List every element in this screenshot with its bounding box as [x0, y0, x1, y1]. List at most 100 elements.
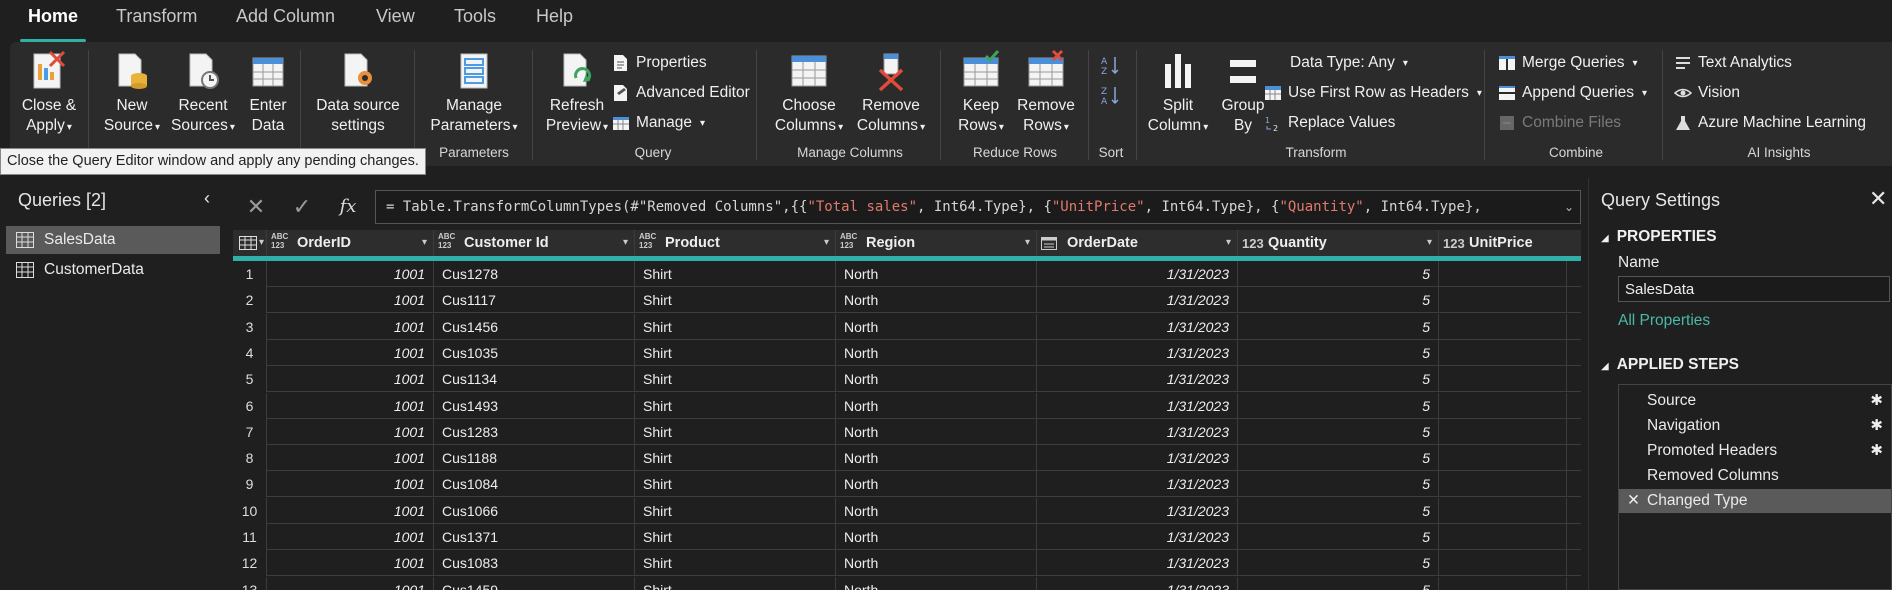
cell-order-id[interactable]: 1001 [267, 392, 434, 419]
gear-icon[interactable]: ✱ [1870, 389, 1883, 413]
cell-customer-id[interactable]: Cus1083 [434, 550, 635, 577]
gear-icon[interactable]: ✱ [1870, 439, 1883, 463]
cell-product[interactable]: Shirt [635, 392, 836, 419]
cell-region[interactable]: North [836, 418, 1037, 445]
enter-data-button[interactable]: Enter Data [244, 50, 292, 136]
gear-icon[interactable]: ✱ [1870, 414, 1883, 438]
tab-add-column[interactable]: Add Column [236, 6, 335, 34]
tab-tools[interactable]: Tools [454, 6, 496, 34]
cell-customer-id[interactable]: Cus1035 [434, 339, 635, 366]
cell-order-id[interactable]: 1001 [267, 524, 434, 550]
cell-product[interactable]: Shirt [635, 524, 836, 550]
cell-region[interactable]: North [836, 445, 1037, 472]
cell-product[interactable]: Shirt [635, 366, 836, 393]
cell-product[interactable]: Shirt [635, 471, 836, 498]
tab-view[interactable]: View [376, 6, 415, 34]
step-removed-columns[interactable]: Removed Columns [1619, 464, 1891, 488]
cell-region[interactable]: North [836, 261, 1037, 287]
cell-unit-price[interactable] [1439, 366, 1567, 393]
cell-product[interactable]: Shirt [635, 339, 836, 366]
number-type-icon[interactable]: 123 [1242, 237, 1264, 250]
number-type-icon[interactable]: 123 [1443, 237, 1465, 250]
cell-quantity[interactable]: 5 [1238, 576, 1439, 590]
cell-unit-price[interactable] [1439, 550, 1567, 577]
cell-order-id[interactable]: 1001 [267, 287, 434, 314]
merge-queries-button[interactable]: Merge Queries ▾ [1498, 54, 1638, 72]
remove-columns-button[interactable]: Remove Columns ▾ [850, 50, 932, 138]
cell-order-id[interactable]: 1001 [267, 366, 434, 393]
cell-order-date[interactable]: 1/31/2023 [1037, 313, 1238, 340]
cell-region[interactable]: North [836, 497, 1037, 524]
row-number[interactable]: 13 [233, 576, 267, 590]
cancel-formula-icon[interactable]: ✕ [237, 190, 275, 224]
cell-order-id[interactable]: 1001 [267, 261, 434, 287]
cell-quantity[interactable]: 5 [1238, 418, 1439, 445]
cell-order-date[interactable]: 1/31/2023 [1037, 339, 1238, 366]
cell-unit-price[interactable] [1439, 392, 1567, 419]
column-header-customer-id[interactable]: ABC 123 Customer Id ▾ [434, 230, 635, 256]
cell-order-id[interactable]: 1001 [267, 497, 434, 524]
cell-region[interactable]: North [836, 366, 1037, 393]
confirm-formula-icon[interactable]: ✓ [283, 190, 321, 224]
combine-files-button[interactable]: Combine Files [1498, 114, 1621, 132]
cell-region[interactable]: North [836, 392, 1037, 419]
cell-unit-price[interactable] [1439, 261, 1567, 287]
row-number[interactable]: 6 [233, 392, 267, 419]
date-type-icon[interactable] [1041, 236, 1057, 250]
cell-order-date[interactable]: 1/31/2023 [1037, 445, 1238, 472]
cell-order-id[interactable]: 1001 [267, 313, 434, 340]
cell-order-date[interactable]: 1/31/2023 [1037, 497, 1238, 524]
row-number[interactable]: 2 [233, 287, 267, 314]
tab-help[interactable]: Help [536, 6, 573, 34]
cell-order-id[interactable]: 1001 [267, 339, 434, 366]
cell-region[interactable]: North [836, 339, 1037, 366]
tab-transform[interactable]: Transform [116, 6, 197, 34]
cell-quantity[interactable]: 5 [1238, 366, 1439, 393]
formula-input[interactable]: = Table.TransformColumnTypes(#"Removed C… [375, 190, 1581, 224]
row-number[interactable]: 12 [233, 550, 267, 577]
data-source-settings-button[interactable]: Data source settings [310, 50, 406, 136]
table-menu-button[interactable]: ▾ [233, 230, 267, 256]
sort-descending-button[interactable]: ZA [1100, 84, 1122, 106]
split-column-button[interactable]: Split Column ▾ [1142, 50, 1214, 138]
row-number[interactable]: 7 [233, 418, 267, 445]
row-number[interactable]: 4 [233, 339, 267, 366]
cell-unit-price[interactable] [1439, 524, 1567, 550]
cell-customer-id[interactable]: Cus1278 [434, 261, 635, 287]
cell-quantity[interactable]: 5 [1238, 313, 1439, 340]
cell-quantity[interactable]: 5 [1238, 445, 1439, 472]
cell-unit-price[interactable] [1439, 313, 1567, 340]
cell-quantity[interactable]: 5 [1238, 287, 1439, 314]
step-source[interactable]: Source ✱ [1619, 389, 1891, 413]
any-type-icon[interactable]: ABC 123 [438, 232, 455, 250]
cell-product[interactable]: Shirt [635, 550, 836, 577]
collapse-pane-icon[interactable]: ‹ [204, 188, 210, 209]
cell-order-date[interactable]: 1/31/2023 [1037, 287, 1238, 314]
cell-product[interactable]: Shirt [635, 445, 836, 472]
cell-customer-id[interactable]: Cus1066 [434, 497, 635, 524]
cell-order-date[interactable]: 1/31/2023 [1037, 261, 1238, 287]
cell-region[interactable]: North [836, 471, 1037, 498]
cell-region[interactable]: North [836, 550, 1037, 577]
cell-unit-price[interactable] [1439, 471, 1567, 498]
sort-ascending-button[interactable]: AZ [1100, 54, 1122, 76]
filter-dropdown-icon[interactable]: ▾ [1226, 230, 1231, 256]
column-header-order-date[interactable]: OrderDate ▾ [1037, 230, 1238, 256]
close-icon[interactable]: ✕ [1869, 186, 1887, 212]
cell-unit-price[interactable] [1439, 497, 1567, 524]
cell-order-date[interactable]: 1/31/2023 [1037, 550, 1238, 577]
cell-quantity[interactable]: 5 [1238, 524, 1439, 550]
all-properties-link[interactable]: All Properties [1618, 312, 1710, 330]
row-number[interactable]: 10 [233, 497, 267, 524]
refresh-preview-button[interactable]: Refresh Preview ▾ [538, 50, 616, 138]
cell-unit-price[interactable] [1439, 418, 1567, 445]
collapse-triangle-icon[interactable]: ◢ [1601, 361, 1609, 372]
cell-order-id[interactable]: 1001 [267, 445, 434, 472]
keep-rows-button[interactable]: Keep Rows ▾ [950, 50, 1012, 138]
remove-rows-button[interactable]: Remove Rows ▾ [1012, 50, 1080, 138]
step-promoted-headers[interactable]: Promoted Headers ✱ [1619, 439, 1891, 463]
replace-values-button[interactable]: 12 Replace Values [1264, 114, 1395, 132]
group-by-button[interactable]: Group By [1216, 50, 1270, 136]
cell-product[interactable]: Shirt [635, 497, 836, 524]
filter-dropdown-icon[interactable]: ▾ [824, 230, 829, 256]
